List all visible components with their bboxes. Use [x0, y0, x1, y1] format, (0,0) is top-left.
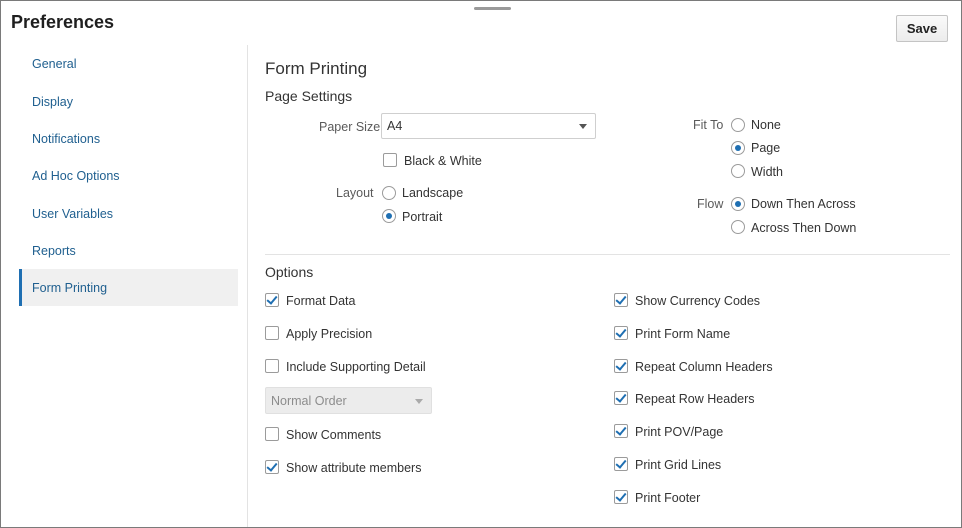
print-footer-checkbox[interactable] — [614, 490, 628, 504]
paper-size-value: A4 — [387, 119, 403, 133]
options-heading: Options — [265, 264, 314, 280]
print-grid-lines-label: Print Grid Lines — [635, 458, 722, 472]
fit-to-page-label: Page — [751, 141, 781, 155]
show-attribute-members-checkbox[interactable] — [265, 460, 279, 474]
fit-to-width-radio[interactable] — [731, 164, 745, 178]
chevron-down-icon — [579, 124, 587, 129]
include-supporting-detail-label: Include Supporting Detail — [286, 360, 426, 374]
apply-precision-checkbox[interactable] — [265, 326, 279, 340]
print-grid-lines-checkbox[interactable] — [614, 457, 628, 471]
layout-landscape-radio[interactable] — [382, 186, 396, 200]
supporting-detail-order-select[interactable]: Normal Order — [265, 387, 432, 414]
black-white-label: Black & White — [404, 154, 482, 168]
show-comments-label: Show Comments — [286, 428, 382, 442]
page-title: Preferences — [11, 12, 115, 32]
sidebar-item-notifications[interactable]: Notifications — [19, 120, 238, 157]
supporting-detail-order-value: Normal Order — [271, 393, 347, 408]
print-form-name-label: Print Form Name — [635, 327, 731, 341]
save-button[interactable]: Save — [896, 15, 948, 42]
sidebar-item-ad-hoc-options[interactable]: Ad Hoc Options — [19, 157, 238, 194]
sidebar-item-form-printing[interactable]: Form Printing — [19, 269, 238, 306]
page-settings-heading: Page Settings — [265, 88, 353, 104]
fit-to-none-radio[interactable] — [731, 118, 745, 132]
fit-to-label: Fit To — [693, 118, 724, 132]
flow-down-then-across-radio[interactable] — [731, 197, 745, 211]
flow-across-then-down-radio[interactable] — [731, 220, 745, 234]
repeat-row-headers-checkbox[interactable] — [614, 391, 628, 405]
layout-portrait-label: Portrait — [402, 210, 443, 224]
chevron-down-icon — [415, 398, 423, 404]
flow-across-then-down-label: Across Then Down — [751, 221, 857, 235]
print-footer-label: Print Footer — [635, 491, 701, 505]
layout-landscape-label: Landscape — [402, 186, 464, 200]
format-data-label: Format Data — [286, 294, 356, 308]
layout-label: Layout — [336, 186, 374, 200]
sidebar-item-user-variables[interactable]: User Variables — [19, 195, 238, 232]
repeat-column-headers-label: Repeat Column Headers — [635, 360, 773, 374]
apply-precision-label: Apply Precision — [286, 327, 373, 341]
print-form-name-checkbox[interactable] — [614, 326, 628, 340]
show-attribute-members-label: Show attribute members — [286, 461, 422, 475]
flow-down-then-across-label: Down Then Across — [751, 197, 856, 211]
show-currency-codes-checkbox[interactable] — [614, 293, 628, 307]
show-comments-checkbox[interactable] — [265, 427, 279, 441]
include-supporting-detail-checkbox[interactable] — [265, 359, 279, 373]
paper-size-label: Paper Size — [319, 120, 381, 134]
print-pov-page-label: Print POV/Page — [635, 425, 724, 439]
format-data-checkbox[interactable] — [265, 293, 279, 307]
fit-to-width-label: Width — [751, 165, 783, 179]
black-white-checkbox[interactable] — [383, 153, 397, 167]
sidebar-item-reports[interactable]: Reports — [19, 232, 238, 269]
paper-size-select[interactable]: A4 — [381, 113, 596, 139]
repeat-column-headers-checkbox[interactable] — [614, 359, 628, 373]
repeat-row-headers-label: Repeat Row Headers — [635, 392, 755, 406]
sidebar-item-general[interactable]: General — [19, 45, 238, 82]
drag-handle[interactable] — [474, 7, 511, 10]
show-currency-codes-label: Show Currency Codes — [635, 294, 761, 308]
layout-portrait-radio[interactable] — [382, 209, 396, 223]
fit-to-page-radio[interactable] — [731, 141, 745, 155]
flow-label: Flow — [697, 197, 724, 211]
section-divider — [265, 254, 950, 255]
sidebar-item-display[interactable]: Display — [19, 83, 238, 120]
section-title: Form Printing — [265, 59, 368, 78]
fit-to-none-label: None — [751, 118, 781, 132]
print-pov-page-checkbox[interactable] — [614, 424, 628, 438]
preferences-window: Preferences Save General Display Notific… — [0, 0, 962, 528]
